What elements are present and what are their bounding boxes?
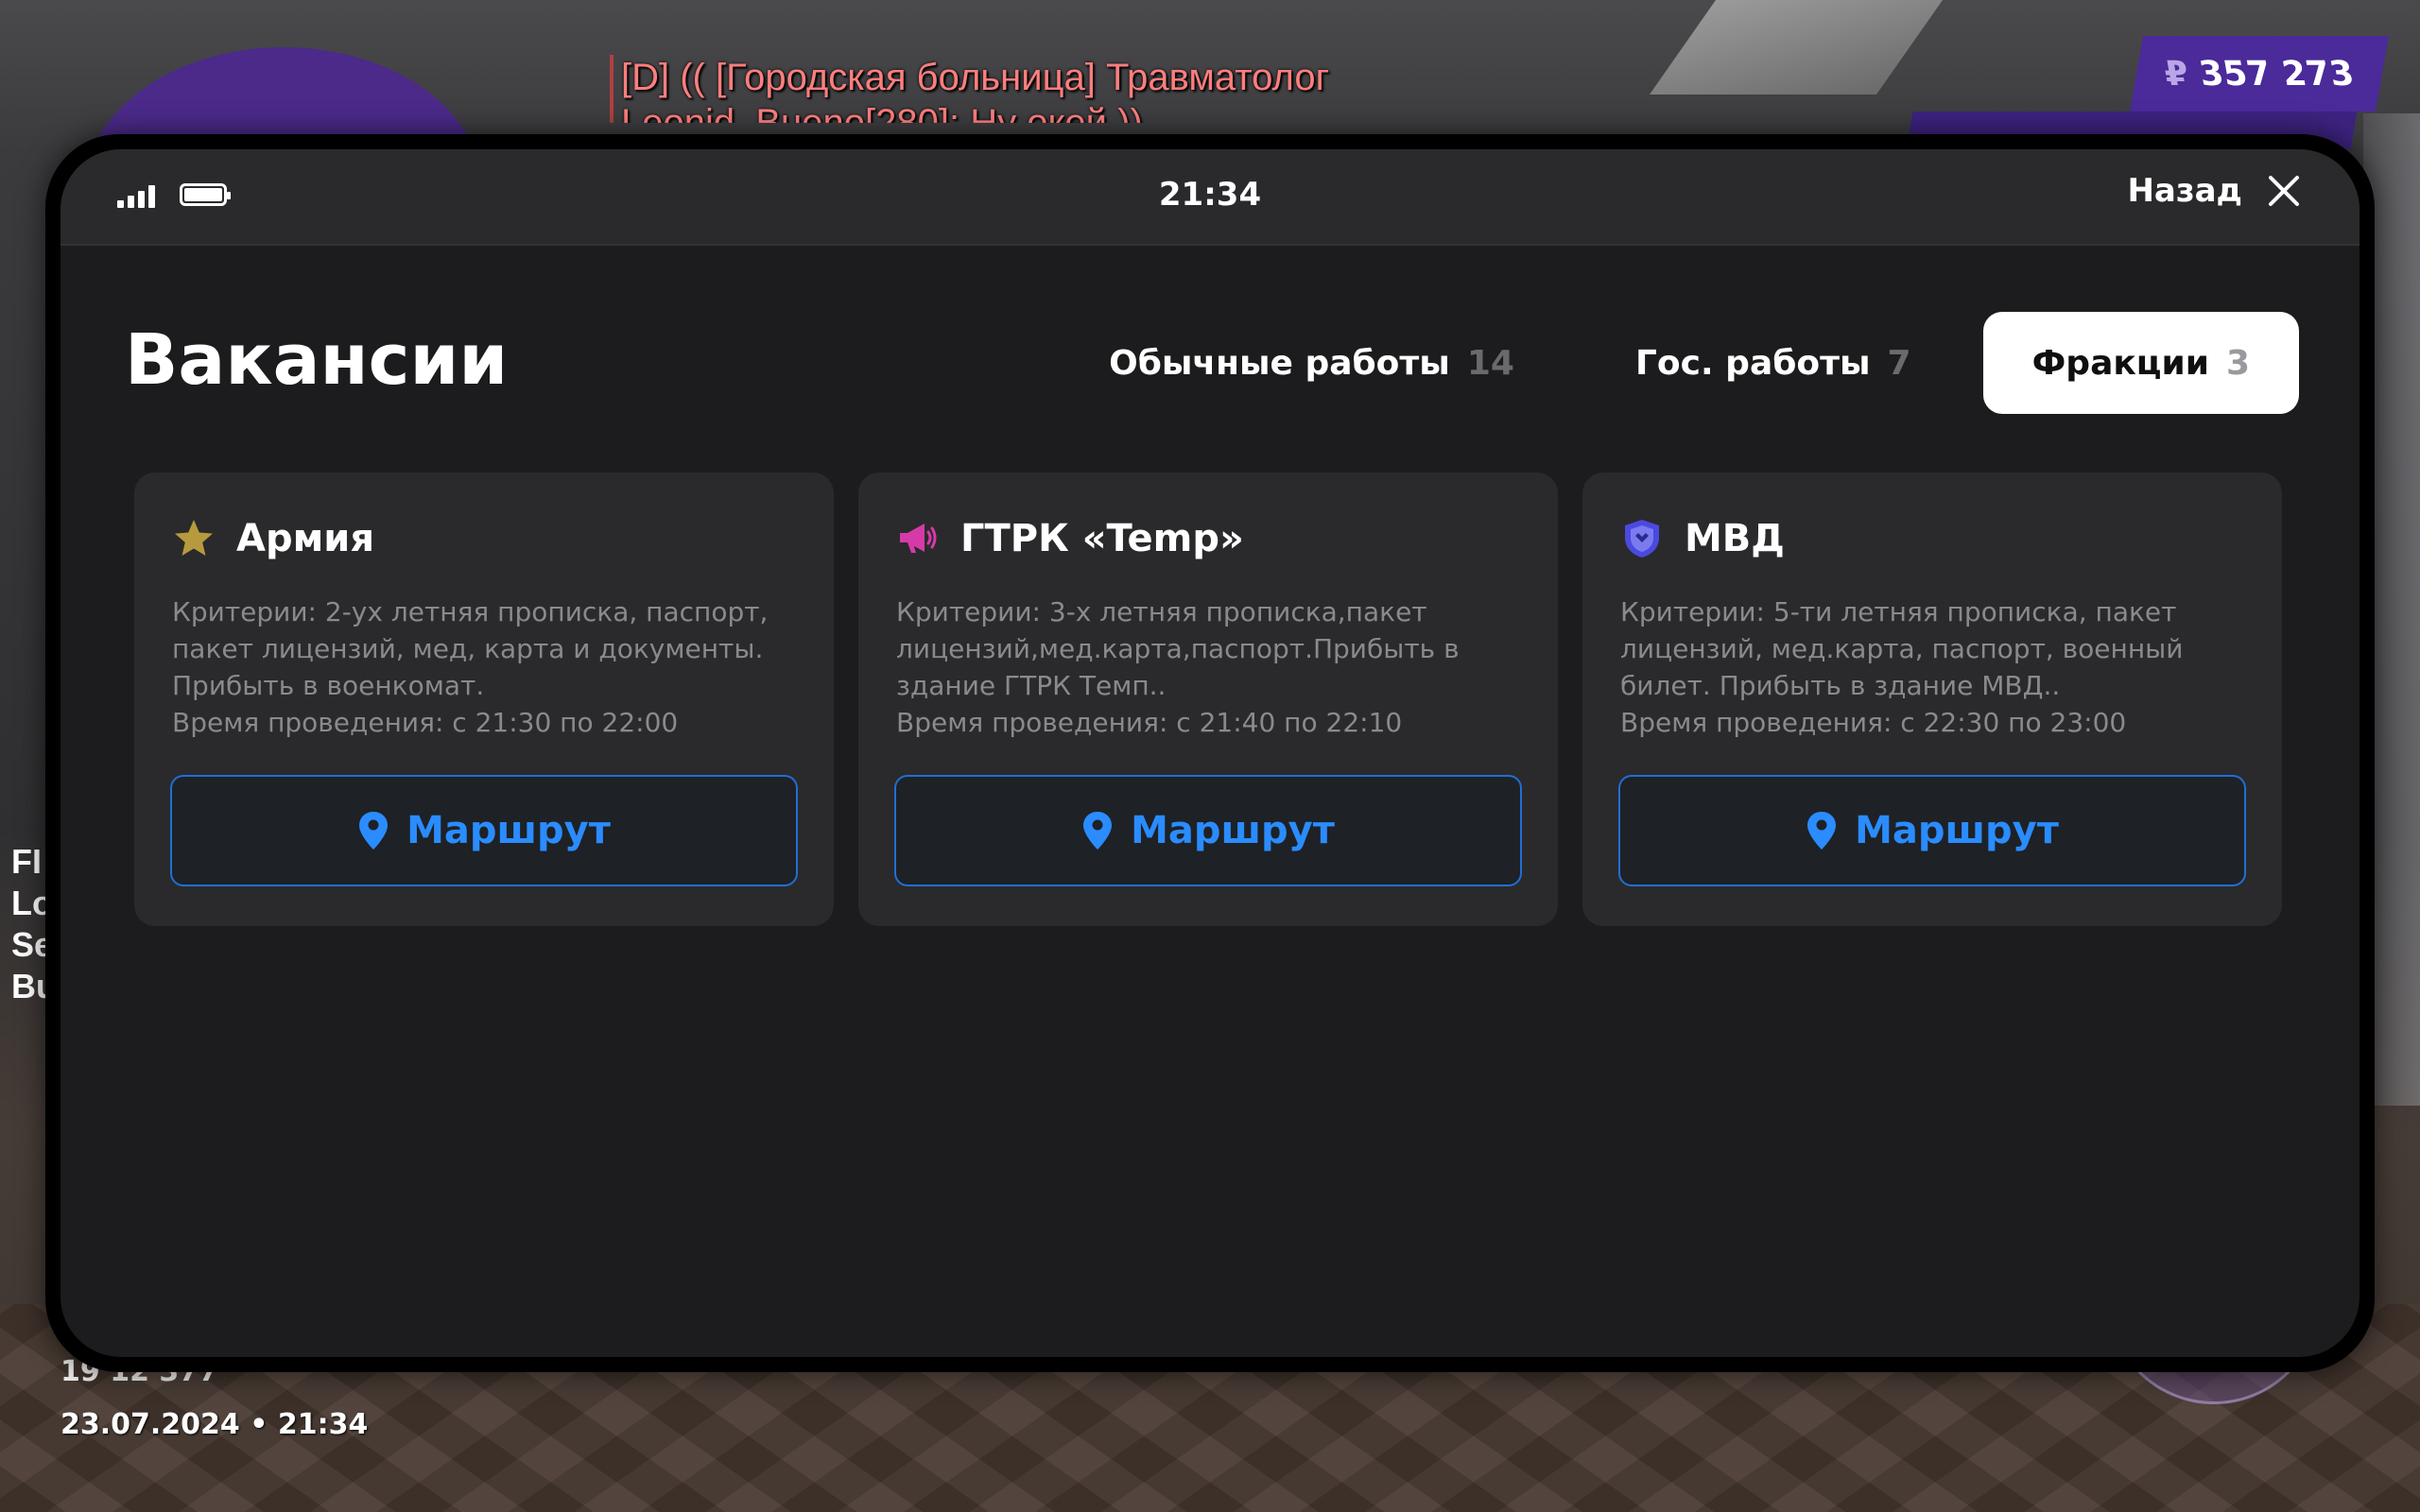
card-description: Критерии: 2-ух летняя прописка, паспорт,… — [172, 593, 796, 745]
tab-label: Гос. работы — [1634, 343, 1871, 383]
card-description: Критерии: 5-ти летняя прописка, пакет ли… — [1620, 593, 2244, 745]
page-title: Вакансии — [125, 319, 509, 401]
phone-status-bar: 21:34 Назад — [60, 149, 2360, 246]
status-clock: 21:34 — [1158, 176, 1262, 214]
card-time: Время проведения: с 21:30 по 22:00 — [172, 707, 679, 738]
police-shield-icon — [1625, 520, 1659, 558]
card-time: Время проведения: с 22:30 по 23:00 — [1620, 707, 2127, 738]
hud-left-line: FI — [11, 842, 42, 881]
card-time: Время проведения: с 21:40 по 22:10 — [896, 707, 1403, 738]
chat-line: [D] (( [Городская больница] Травматолог — [621, 57, 1330, 98]
card-criteria: Критерии: 2-ух летняя прописка, паспорт,… — [172, 596, 769, 701]
chat-line: Leonid_Bueno[280]: Ну окей )) — [621, 102, 1143, 123]
megaphone-icon — [900, 524, 937, 553]
card-header: ГТРК «Temp» — [896, 510, 1520, 567]
close-icon[interactable] — [2265, 172, 2303, 210]
tab-count: 14 — [1466, 343, 1514, 383]
hud-datetime: 23.07.2024 • 21:34 — [60, 1408, 369, 1441]
vacancy-tabs: Обычные работы 14 Гос. работы 7 Фракции … — [1060, 312, 2299, 414]
money-display: ₽357 273 — [2129, 36, 2390, 112]
card-title: МВД — [1685, 517, 1785, 560]
map-pin-icon — [1083, 812, 1113, 850]
tab-gov-jobs[interactable]: Гос. работы 7 — [1586, 312, 1961, 414]
route-label: Маршрут — [406, 809, 611, 852]
tab-regular-jobs[interactable]: Обычные работы 14 — [1060, 312, 1564, 414]
ruble-icon: ₽ — [2161, 54, 2192, 94]
route-button[interactable]: Маршрут — [894, 775, 1522, 886]
phone-frame: 21:34 Назад Вакансии Обычные работы 14 Г… — [45, 134, 2375, 1372]
route-label: Маршрут — [1855, 809, 2059, 852]
card-header: МВД — [1620, 510, 2244, 567]
hud-left-line: Lo — [11, 884, 49, 922]
route-button[interactable]: Маршрут — [170, 775, 798, 886]
tab-count: 7 — [1887, 343, 1911, 383]
card-header: Армия — [172, 510, 796, 567]
card-title: Армия — [236, 517, 374, 560]
hud-left-line: Bu — [11, 967, 49, 1005]
route-label: Маршрут — [1131, 809, 1335, 852]
money-amount: 357 273 — [2196, 54, 2358, 94]
card-criteria: Критерии: 3-х летняя прописка,пакет лице… — [896, 596, 1460, 701]
vacancy-cards: Армия Критерии: 2-ух летняя прописка, па… — [134, 472, 2282, 926]
tab-label: Обычные работы — [1109, 343, 1450, 383]
card-title: ГТРК «Temp» — [960, 517, 1244, 560]
vacancy-card-gtrk: ГТРК «Temp» Критерии: 3-х летняя прописк… — [858, 472, 1558, 926]
hud-left-info: FI Lo Se Bu — [11, 841, 49, 1007]
star-icon — [175, 520, 213, 556]
game-chat: [D] (( [Городская больница] Травматолог … — [610, 55, 1329, 123]
card-description: Критерии: 3-х летняя прописка,пакет лице… — [896, 593, 1520, 745]
phone-screen: 21:34 Назад Вакансии Обычные работы 14 Г… — [60, 149, 2360, 1357]
tab-label: Фракции — [2031, 343, 2209, 383]
back-label: Назад — [2127, 172, 2242, 210]
tab-factions[interactable]: Фракции 3 — [1982, 312, 2299, 414]
hud-left-line: Se — [11, 925, 49, 964]
tab-count: 3 — [2225, 343, 2250, 383]
route-button[interactable]: Маршрут — [1618, 775, 2246, 886]
card-criteria: Критерии: 5-ти летняя прописка, пакет ли… — [1620, 596, 2184, 701]
map-pin-icon — [1807, 812, 1837, 850]
vacancy-card-mvd: МВД Критерии: 5-ти летняя прописка, паке… — [1582, 472, 2282, 926]
map-pin-icon — [359, 812, 389, 850]
back-button[interactable]: Назад — [2127, 172, 2303, 210]
vacancy-card-army: Армия Критерии: 2-ух летняя прописка, па… — [134, 472, 834, 926]
